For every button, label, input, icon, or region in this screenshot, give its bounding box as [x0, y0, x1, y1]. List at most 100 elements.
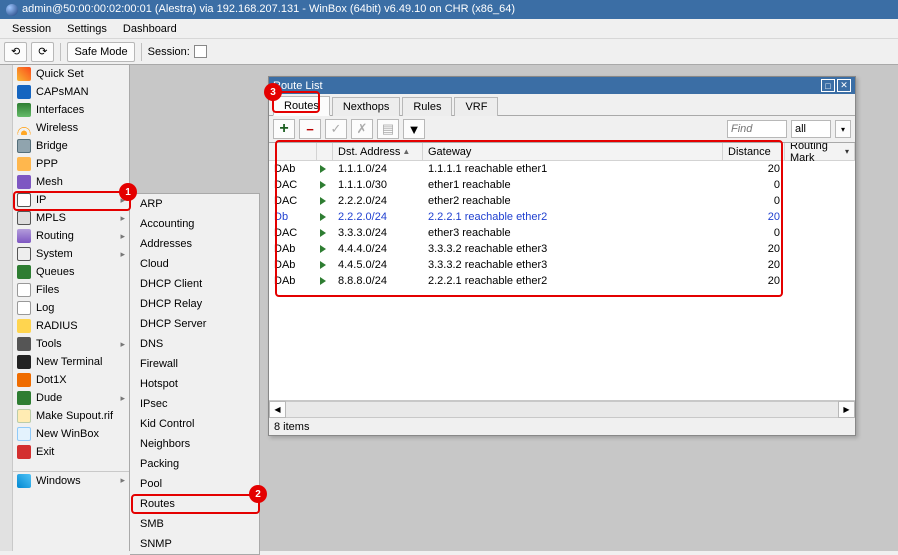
sidebar-item-label: Wireless	[36, 122, 78, 134]
chevron-right-icon: ▸	[120, 475, 125, 486]
submenu-item-addresses[interactable]: Addresses	[130, 234, 259, 254]
submenu-item-snmp[interactable]: SNMP	[130, 534, 259, 554]
submenu-item-cloud[interactable]: Cloud	[130, 254, 259, 274]
sidebar-item-routing[interactable]: Routing ▸	[13, 227, 129, 245]
sidebar-item-system[interactable]: System▸	[13, 245, 129, 263]
sidebar-item-label: Files	[36, 284, 59, 296]
sidebar-item-quick-set[interactable]: Quick Set	[13, 65, 129, 83]
callout-3-badge: 3	[264, 83, 282, 101]
sidebar-item-log[interactable]: Log	[13, 299, 129, 317]
submenu-item-ipsec[interactable]: IPsec	[130, 394, 259, 414]
dude-icon	[17, 391, 31, 405]
main-toolbar: ⟲ ⟳ Safe Mode Session:	[0, 39, 898, 65]
sidebar-item-bridge[interactable]: Bridge	[13, 137, 129, 155]
sidebar-item-new-winbox[interactable]: New WinBox	[13, 425, 129, 443]
filter-dropdown-icon[interactable]: ▾	[835, 120, 851, 138]
sidebar-item-exit[interactable]: Exit	[13, 443, 129, 461]
scroll-left-icon[interactable]: ◀	[269, 401, 286, 418]
tab-rules[interactable]: Rules	[402, 97, 452, 116]
sidebar-collapse[interactable]	[0, 65, 13, 551]
win-icon	[17, 474, 31, 488]
sidebar-item-label: CAPsMAN	[36, 86, 89, 98]
submenu-item-arp[interactable]: ARP	[130, 194, 259, 214]
callout-1-badge: 1	[119, 183, 137, 201]
window-titlebar[interactable]: Route List □ ✕	[269, 77, 855, 94]
session-checkbox[interactable]	[194, 45, 207, 58]
sidebar-item-label: New WinBox	[36, 428, 99, 440]
sidebar-item-wireless[interactable]: Wireless	[13, 119, 129, 137]
sidebar-item-make-supout-rif[interactable]: Make Supout.rif	[13, 407, 129, 425]
sidebar-item-windows[interactable]: Windows▸	[13, 471, 129, 489]
sidebar-item-label: Tools	[36, 338, 62, 350]
submenu-item-neighbors[interactable]: Neighbors	[130, 434, 259, 454]
window-maximize-icon[interactable]: □	[821, 79, 835, 92]
sidebar-item-mpls[interactable]: MPLS▸	[13, 209, 129, 227]
rt-icon	[17, 229, 31, 243]
sidebar-item-interfaces[interactable]: Interfaces	[13, 101, 129, 119]
chevron-right-icon: ▸	[120, 231, 125, 242]
submenu-item-firewall[interactable]: Firewall	[130, 354, 259, 374]
sup-icon	[17, 409, 31, 423]
sidebar-item-tools[interactable]: Tools ▸	[13, 335, 129, 353]
remove-button[interactable]: −	[299, 119, 321, 139]
sidebar-item-dot1x[interactable]: Dot1X	[13, 371, 129, 389]
menu-settings[interactable]: Settings	[59, 20, 115, 38]
find-input[interactable]	[727, 120, 787, 138]
callout-1-box	[13, 191, 131, 211]
add-button[interactable]: +	[273, 119, 295, 139]
sidebar-item-ppp[interactable]: PPP	[13, 155, 129, 173]
sys-icon	[17, 247, 31, 261]
submenu-item-dns[interactable]: DNS	[130, 334, 259, 354]
term-icon	[17, 355, 31, 369]
cell-rm	[785, 177, 855, 193]
item-count: 8 items	[274, 421, 309, 433]
tab-nexthops[interactable]: Nexthops	[332, 97, 400, 116]
sidebar-item-new-terminal[interactable]: New Terminal	[13, 353, 129, 371]
exit-icon	[17, 445, 31, 459]
filter-button[interactable]: ▼	[403, 119, 425, 139]
submenu-item-pool[interactable]: Pool	[130, 474, 259, 494]
cell-rm	[785, 161, 855, 177]
enable-button[interactable]: ✓	[325, 119, 347, 139]
submenu-item-packing[interactable]: Packing	[130, 454, 259, 474]
disable-button[interactable]: ✗	[351, 119, 373, 139]
sidebar-item-label: Queues	[36, 266, 75, 278]
sidebar-item-label: Routing	[36, 230, 74, 242]
sidebar-item-radius[interactable]: RADIUS	[13, 317, 129, 335]
horizontal-scrollbar[interactable]: ◀ ▶	[269, 400, 855, 417]
tab-vrf[interactable]: VRF	[454, 97, 498, 116]
rad-icon	[17, 319, 31, 333]
app-icon	[6, 4, 18, 16]
window-tabs: RoutesNexthopsRulesVRF	[269, 94, 855, 116]
submenu-item-dhcp-client[interactable]: DHCP Client	[130, 274, 259, 294]
submenu-item-accounting[interactable]: Accounting	[130, 214, 259, 234]
sidebar-item-dude[interactable]: Dude▸	[13, 389, 129, 407]
submenu-item-dhcp-server[interactable]: DHCP Server	[130, 314, 259, 334]
sidebar-item-capsman[interactable]: CAPsMAN	[13, 83, 129, 101]
menu-session[interactable]: Session	[4, 20, 59, 38]
f-icon	[17, 283, 31, 297]
comment-button[interactable]: ▤	[377, 119, 399, 139]
submenu-item-hotspot[interactable]: Hotspot	[130, 374, 259, 394]
sidebar-item-files[interactable]: Files	[13, 281, 129, 299]
safe-mode-button[interactable]: Safe Mode	[67, 42, 134, 62]
chevron-right-icon: ▸	[120, 249, 125, 260]
window-toolbar: + − ✓ ✗ ▤ ▼ all ▾	[269, 116, 855, 143]
callout-2-badge: 2	[249, 485, 267, 503]
col-routing-mark[interactable]: Routing Mark▾	[785, 143, 855, 160]
submenu-item-smb[interactable]: SMB	[130, 514, 259, 534]
submenu-item-dhcp-relay[interactable]: DHCP Relay	[130, 294, 259, 314]
redo-button[interactable]: ⟳	[31, 42, 54, 62]
cell-rm	[785, 209, 855, 225]
undo-button[interactable]: ⟲	[4, 42, 27, 62]
window-close-icon[interactable]: ✕	[837, 79, 851, 92]
scroll-right-icon[interactable]: ▶	[838, 401, 855, 418]
sidebar-item-queues[interactable]: Queues	[13, 263, 129, 281]
app-titlebar: admin@50:00:00:02:00:01 (Alestra) via 19…	[0, 0, 898, 19]
filter-select[interactable]: all	[791, 120, 831, 138]
dot-icon	[17, 373, 31, 387]
sidebar-item-mesh[interactable]: Mesh	[13, 173, 129, 191]
menu-dashboard[interactable]: Dashboard	[115, 20, 185, 38]
submenu-item-kid-control[interactable]: Kid Control	[130, 414, 259, 434]
chevron-right-icon: ▸	[120, 339, 125, 350]
